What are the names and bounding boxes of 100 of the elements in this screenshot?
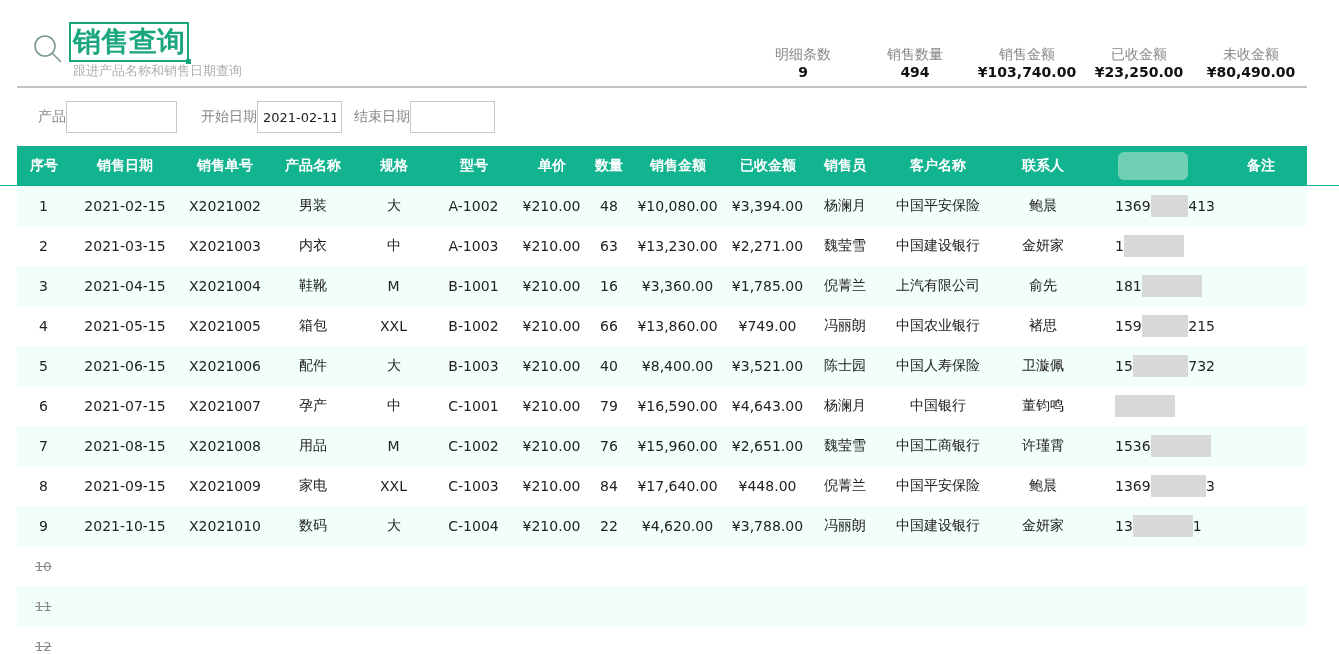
table-cell-text: 76 <box>599 437 619 456</box>
table-cell: 413 <box>1188 198 1215 214</box>
table-cell-text: ¥210.00 <box>521 197 582 216</box>
table-cell-text: ¥4,620.00 <box>640 517 715 536</box>
table-cell-text: 孕产 <box>297 396 328 415</box>
table-cell-text: 16 <box>599 277 619 296</box>
table-cell-text: 中 <box>385 396 402 415</box>
page-title: 销售查询 <box>69 22 189 62</box>
blurred-patch <box>1150 475 1207 497</box>
filter-field[interactable] <box>66 101 177 133</box>
table-cell-text: 大 <box>385 356 402 375</box>
column-header: 型号 <box>458 156 489 175</box>
table-cell-text: 2021-05-15 <box>83 317 167 336</box>
table-cell-text: ¥16,590.00 <box>636 397 719 416</box>
table-cell-text: 冯丽朗 <box>823 316 867 335</box>
table-cell-text: 内衣 <box>297 236 328 255</box>
table-cell-text: ¥2,651.00 <box>730 437 805 456</box>
row-number: 11 <box>35 598 52 614</box>
table-cell-text: ¥3,788.00 <box>730 517 805 536</box>
table-cell-text: 2021-09-15 <box>83 477 167 496</box>
column-header: 备注 <box>1246 156 1276 175</box>
table-cell-text: M <box>386 277 401 296</box>
table-cell-text: ¥210.00 <box>521 357 582 376</box>
table-cell-text: 2021-06-15 <box>83 357 167 376</box>
table-cell-text: ¥4,643.00 <box>730 397 805 416</box>
table-cell-text: 2021-10-15 <box>83 517 167 536</box>
table-cell-text: 2021-07-15 <box>83 397 167 416</box>
table-cell-text: ¥210.00 <box>521 237 582 256</box>
table-cell-text: 董钧鸣 <box>1020 396 1065 415</box>
table-cell-text: 中国农业银行 <box>894 316 981 335</box>
column-header: 规格 <box>378 156 409 175</box>
table-cell-text: ¥10,080.00 <box>636 197 719 216</box>
row-number: 10 <box>35 558 52 574</box>
blurred-patch <box>1141 275 1202 297</box>
table-cell-text: 79 <box>599 397 619 416</box>
table-cell-text: ¥210.00 <box>521 397 582 416</box>
table-cell-text: ¥15,960.00 <box>636 437 719 456</box>
table-cell-text: 褚思 <box>1027 316 1058 335</box>
table-cell-text: C-1001 <box>447 397 500 416</box>
table-cell: 215 <box>1188 318 1215 334</box>
table-cell-text: 中国建设银行 <box>894 516 981 535</box>
column-header: 序号 <box>28 156 59 175</box>
table-cell-text: 中国银行 <box>908 396 967 415</box>
table-cell-text: 2021-02-15 <box>83 197 167 216</box>
table-cell-text: ¥13,860.00 <box>636 317 719 336</box>
table-cell-text: 家电 <box>297 476 328 495</box>
table-cell-text: B-1003 <box>447 357 500 376</box>
table-cell: 181 <box>1115 278 1142 294</box>
table-cell-text: X2021004 <box>188 277 262 296</box>
table-cell-text: 2 <box>38 237 49 256</box>
table-cell-text: 金妍家 <box>1020 516 1065 535</box>
blurred-patch <box>1141 315 1189 337</box>
table-cell-text: ¥3,394.00 <box>730 197 805 216</box>
table-cell-text: 箱包 <box>297 316 328 335</box>
table-cell: 13 <box>1115 518 1133 534</box>
column-header: 销售金额 <box>648 156 707 175</box>
table-cell-text: 杨澜月 <box>823 196 867 215</box>
column-header: 销售日期 <box>95 156 154 175</box>
table-cell-text: X2021008 <box>188 437 262 456</box>
table-cell: 732 <box>1188 358 1215 374</box>
column-header: 产品名称 <box>283 156 342 175</box>
table-cell-text: 4 <box>38 317 49 336</box>
table-cell-text: X2021007 <box>188 397 262 416</box>
table-cell-text: ¥3,521.00 <box>730 357 805 376</box>
filter-label: 开始日期 <box>201 108 257 126</box>
table-cell-text: XXL <box>379 317 408 336</box>
table-cell-text: 冯丽朗 <box>823 516 867 535</box>
table-cell-text: ¥17,640.00 <box>636 477 719 496</box>
table-cell-text: C-1004 <box>447 517 500 536</box>
table-cell-text: 7 <box>38 437 49 456</box>
column-header: 数量 <box>594 156 624 175</box>
blurred-patch <box>1150 195 1189 217</box>
table-cell-text: 1 <box>38 197 49 216</box>
table-cell-text: ¥210.00 <box>521 317 582 336</box>
table-cell-text: 数码 <box>297 516 328 535</box>
stat-value: ¥103,740.00 <box>977 64 1077 80</box>
table-cell-text: 魏莹雪 <box>823 436 867 455</box>
table-cell-text: C-1003 <box>447 477 500 496</box>
table-cell-text: 9 <box>38 517 49 536</box>
table-cell: 1 <box>1192 518 1202 534</box>
table-cell-text: 中 <box>385 236 402 255</box>
table-cell-text: 中国平安保险 <box>894 196 981 215</box>
table-cell-text: ¥210.00 <box>521 277 582 296</box>
table-cell: 3 <box>1206 478 1215 494</box>
filter-field[interactable] <box>410 101 495 133</box>
table-cell-text: B-1001 <box>447 277 500 296</box>
stat-label: 销售数量 <box>887 46 943 64</box>
stat-label: 未收金额 <box>1223 46 1279 64</box>
table-cell-text: M <box>386 437 401 456</box>
table-cell-text: 中国人寿保险 <box>894 356 981 375</box>
stat-label: 已收金额 <box>1111 46 1167 64</box>
table-cell-text: A-1003 <box>447 237 500 256</box>
table-cell-text: ¥8,400.00 <box>640 357 715 376</box>
stat-value: 9 <box>798 64 808 80</box>
blurred-patch <box>1132 515 1193 537</box>
stat-label: 明细条数 <box>775 46 831 64</box>
table-cell: 1369 <box>1115 198 1151 214</box>
table-cell-text: 上汽有限公司 <box>894 276 981 295</box>
table-cell-text: 5 <box>38 357 49 376</box>
table-cell-text: ¥2,271.00 <box>730 237 805 256</box>
